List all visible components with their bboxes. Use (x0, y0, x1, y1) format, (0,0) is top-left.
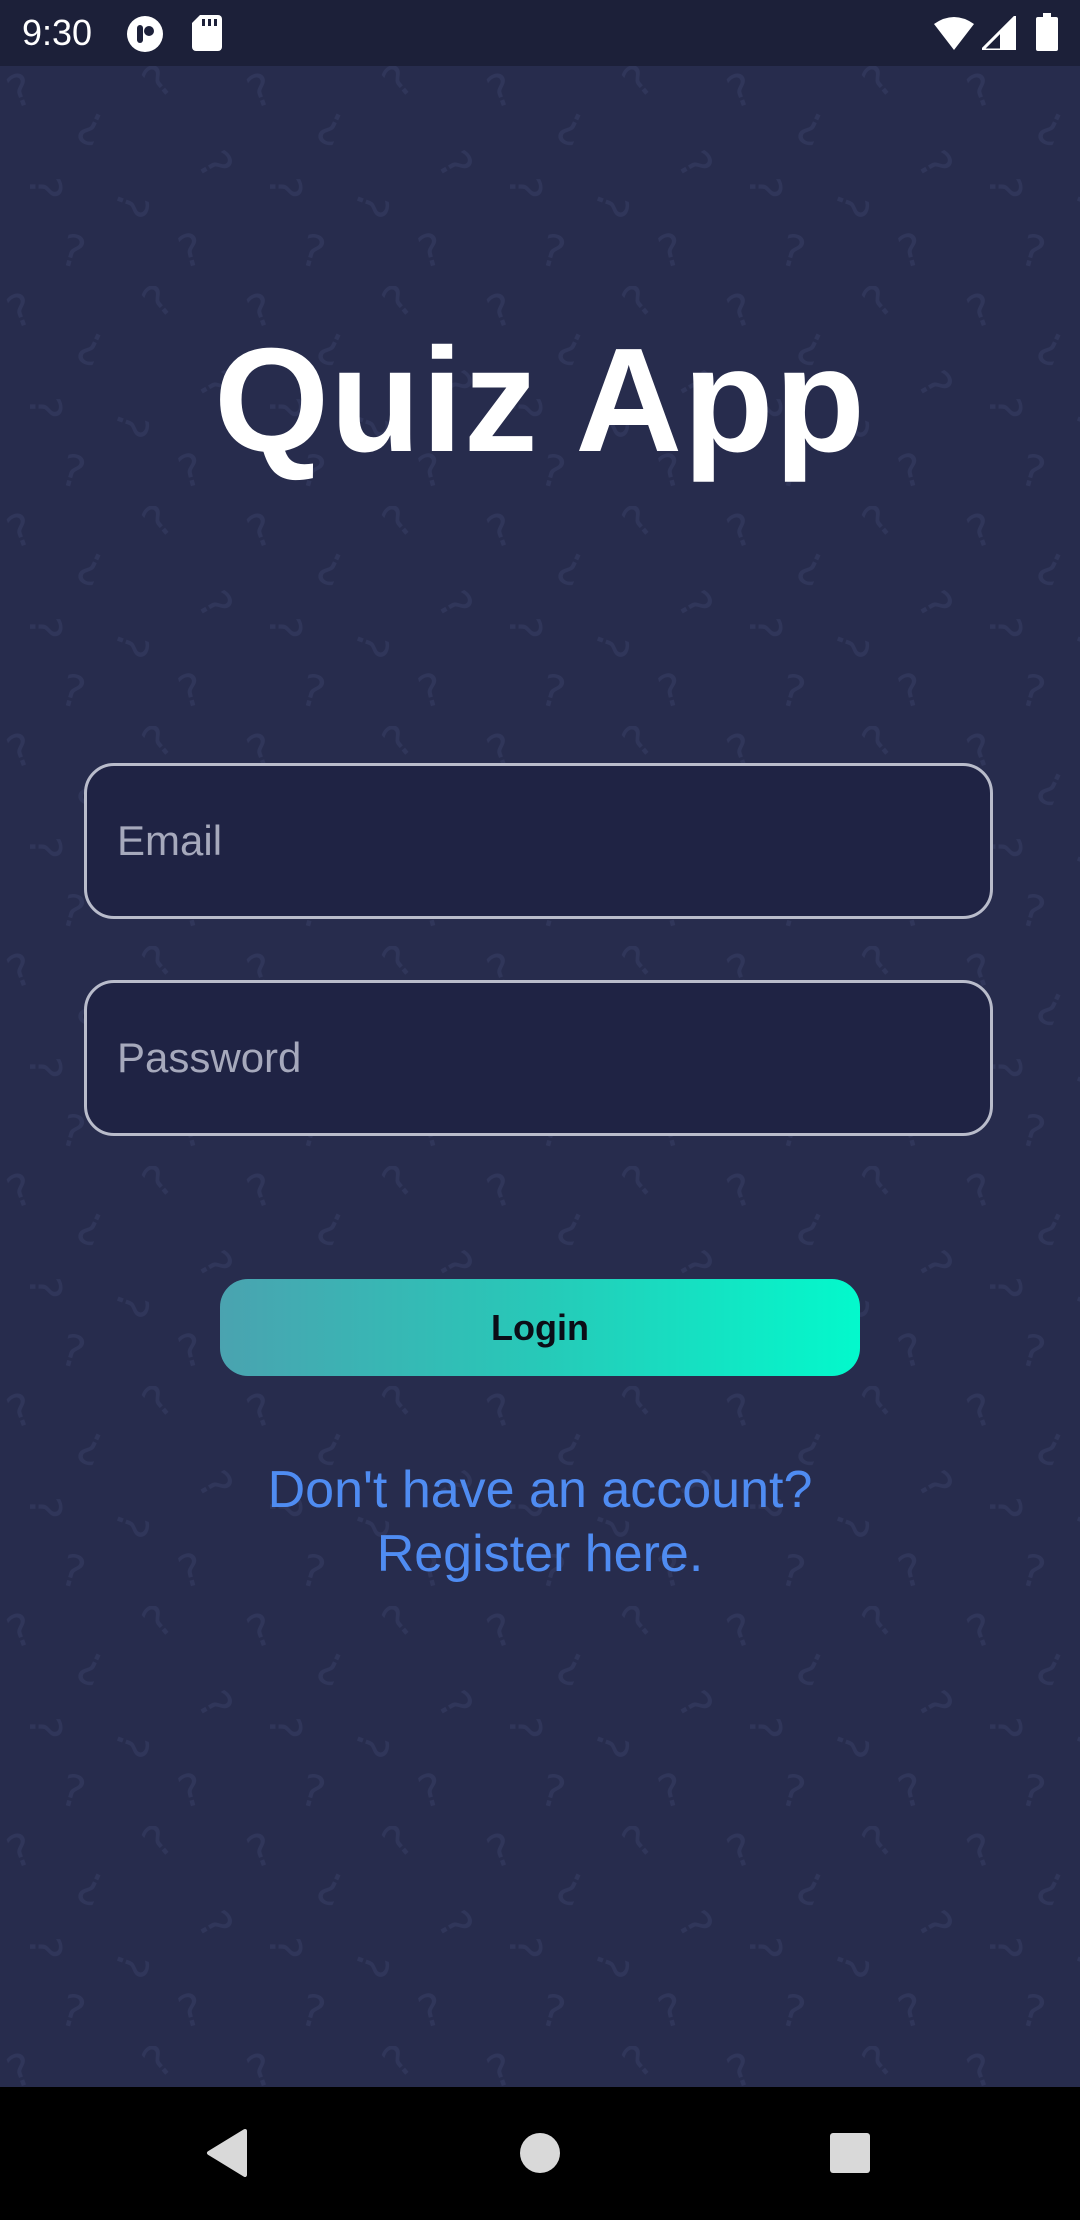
battery-icon (1036, 13, 1058, 56)
register-link[interactable]: Don't have an account? Register here. (0, 1458, 1080, 1586)
app-notification-icon (126, 15, 164, 58)
recents-button[interactable] (810, 2113, 890, 2193)
login-button[interactable]: Login (220, 1279, 860, 1376)
sd-card-icon (192, 15, 222, 56)
register-link-line1[interactable]: Don't have an account? (0, 1458, 1080, 1522)
wifi-icon (934, 16, 974, 55)
password-input[interactable] (117, 983, 957, 1133)
screen: 9:30 Quiz App Email Login Don't have an … (0, 0, 1080, 2220)
status-bar: 9:30 (0, 0, 1080, 66)
recents-icon (830, 2133, 870, 2173)
app-background: ? ¿ ? ? ? ¿ ? ? Quiz App Login (0, 66, 1080, 2087)
email-field[interactable] (84, 763, 993, 919)
navigation-bar (0, 2087, 1080, 2220)
status-time: 9:30 (22, 12, 93, 53)
password-field[interactable] (84, 980, 993, 1136)
register-link-line2[interactable]: Register here. (0, 1522, 1080, 1586)
back-icon (207, 2129, 247, 2177)
back-button[interactable] (187, 2113, 267, 2193)
app-title: Quiz App (214, 318, 866, 483)
signal-icon (978, 12, 1018, 55)
home-button[interactable] (500, 2113, 580, 2193)
email-input[interactable] (117, 766, 957, 916)
home-icon (520, 2133, 560, 2173)
